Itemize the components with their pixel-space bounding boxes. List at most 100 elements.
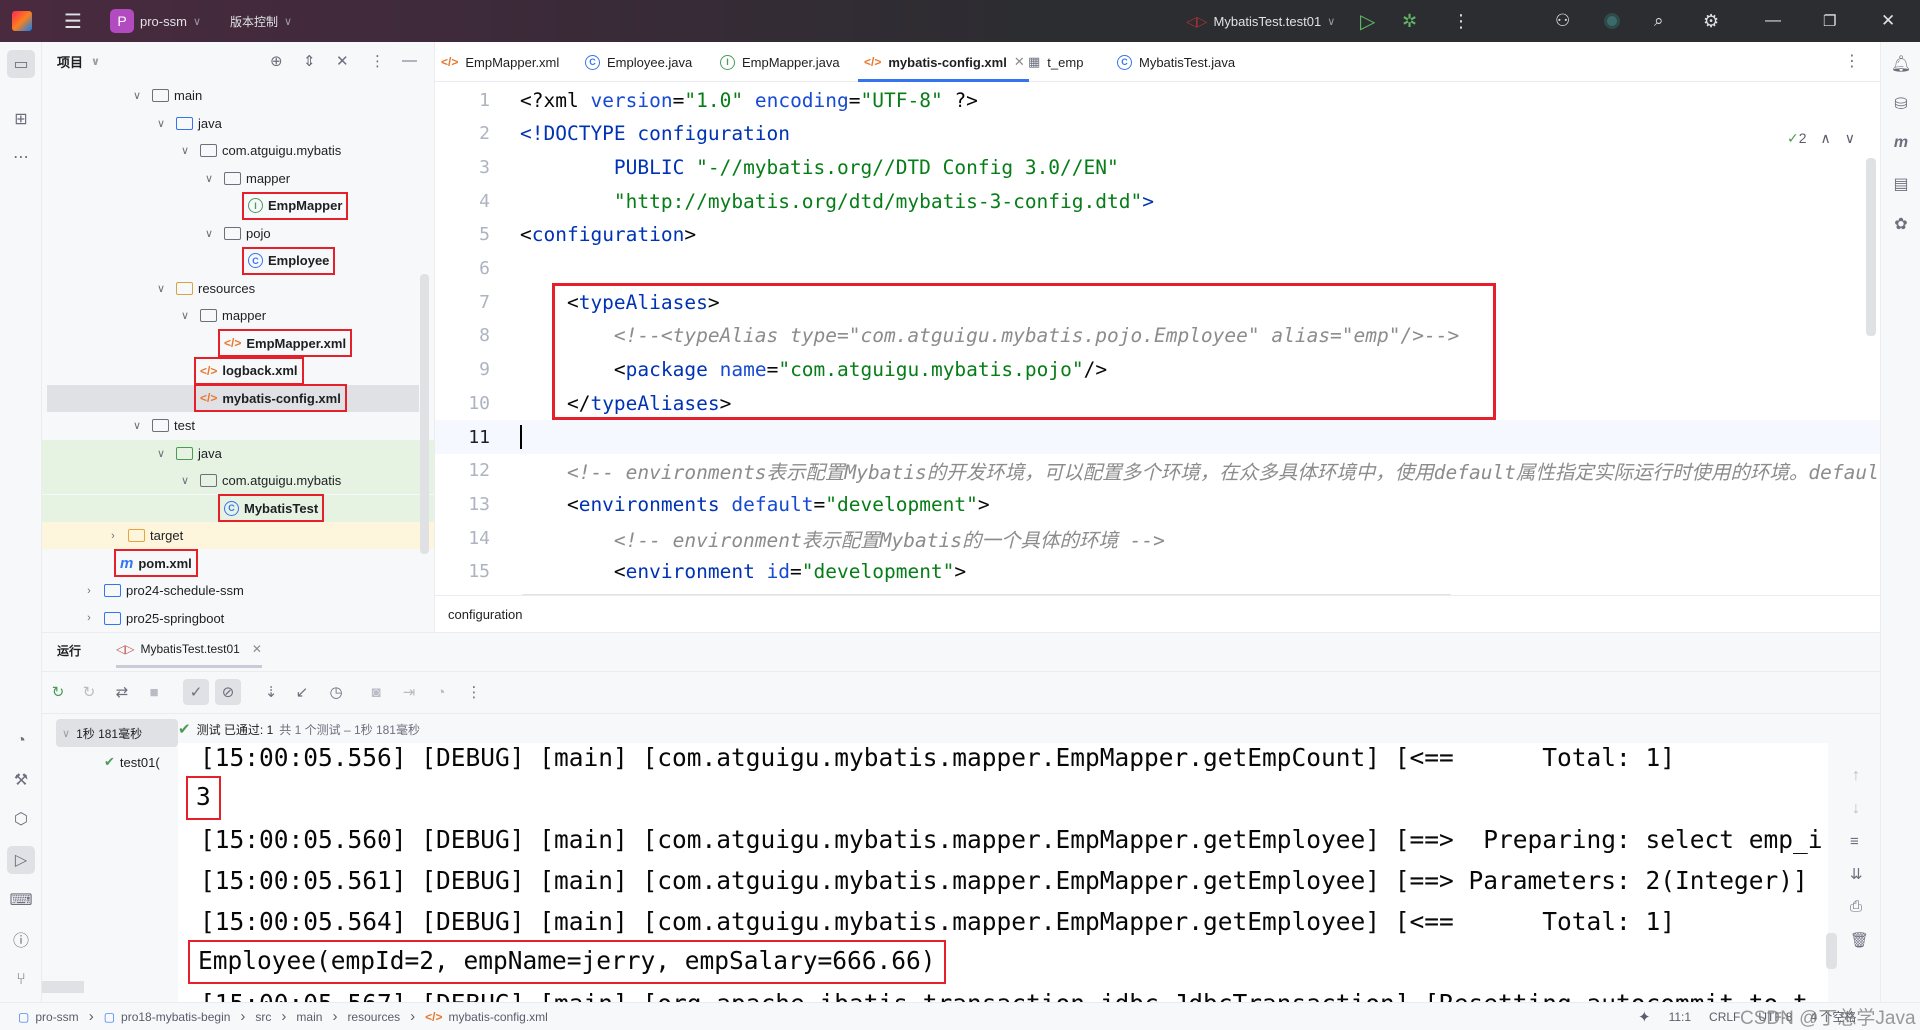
- tab-mybatistest-java[interactable]: C MybatisTest.java: [1117, 42, 1235, 82]
- chevron-down-icon[interactable]: ∨: [154, 282, 168, 295]
- editor-vertical-scrollbar[interactable]: [1866, 158, 1876, 336]
- search-icon[interactable]: ⌕: [1654, 0, 1664, 42]
- tree-item[interactable]: </> logback.xml: [42, 356, 434, 385]
- print-icon[interactable]: ⎙: [1850, 898, 1862, 915]
- chevron-down-icon[interactable]: ∨: [178, 309, 192, 322]
- status-breadcrumb-item[interactable]: resources: [347, 1010, 400, 1024]
- close-tab-icon[interactable]: ✕: [1014, 54, 1025, 70]
- line-number[interactable]: 9: [435, 359, 490, 380]
- import-tests-icon[interactable]: ↙: [289, 679, 315, 705]
- more-tools-icon[interactable]: ⋯: [7, 143, 35, 171]
- locate-icon[interactable]: ⊕: [270, 52, 283, 70]
- line-number[interactable]: 1: [435, 90, 490, 111]
- tree-item[interactable]: › pro24-schedule-ssm: [42, 577, 434, 604]
- tree-item[interactable]: › target: [42, 522, 434, 549]
- console-scrollbar[interactable]: [1826, 933, 1837, 969]
- tree-item[interactable]: › pro25-springboot: [42, 605, 434, 632]
- hide-panel-icon[interactable]: —: [402, 52, 417, 69]
- tree-item[interactable]: ∨ pojo: [42, 220, 434, 247]
- test-tree-scrollbar[interactable]: [42, 981, 84, 993]
- notifications-icon[interactable]: 🔔︎: [1887, 50, 1915, 78]
- tree-item[interactable]: ∨ java: [42, 110, 434, 137]
- soft-wrap-icon[interactable]: ≡: [1850, 833, 1859, 850]
- tab-mybatis-config-xml[interactable]: </> mybatis-config.xml ✕: [858, 42, 1029, 82]
- chevron-down-icon[interactable]: ∨: [178, 144, 192, 157]
- vcs-menu[interactable]: 版本控制 ∨: [230, 0, 292, 42]
- options-icon[interactable]: ⋮: [370, 52, 385, 70]
- debug-icon[interactable]: ✲: [1402, 0, 1417, 42]
- chevron-down-icon[interactable]: ∨: [154, 117, 168, 130]
- tree-item[interactable]: C Employee: [42, 246, 434, 275]
- chevron-down-icon[interactable]: ∨: [130, 419, 144, 432]
- breadcrumb-item[interactable]: configuration: [448, 607, 522, 622]
- profiler-icon[interactable]: ◔: [7, 727, 35, 755]
- minimize-icon[interactable]: —: [1765, 0, 1781, 42]
- tree-item[interactable]: C MybatisTest: [42, 494, 434, 522]
- copilot-icon[interactable]: ▤: [1887, 170, 1915, 198]
- line-ending[interactable]: CRLF: [1709, 1010, 1740, 1024]
- project-folder-icon[interactable]: ▭: [7, 50, 35, 78]
- tree-item[interactable]: I EmpMapper: [42, 191, 434, 220]
- add-user-icon[interactable]: ⚇: [1555, 0, 1570, 42]
- line-number[interactable]: 10: [435, 393, 490, 414]
- tree-item[interactable]: </> mybatis-config.xml: [47, 384, 419, 412]
- terminal-icon[interactable]: ⌨: [7, 886, 35, 914]
- run-tab[interactable]: ◁▷ MybatisTest.test01 ✕: [116, 633, 262, 668]
- status-breadcrumb-item[interactable]: src: [255, 1010, 271, 1024]
- line-number[interactable]: 7: [435, 292, 490, 313]
- caret-position[interactable]: 11:1: [1669, 1010, 1691, 1024]
- chevron-right-icon[interactable]: ›: [106, 530, 120, 542]
- tree-item[interactable]: </> EmpMapper.xml: [42, 329, 434, 357]
- chevron-down-icon[interactable]: ∨: [154, 447, 168, 460]
- line-number[interactable]: 12: [435, 460, 490, 481]
- scroll-down-icon[interactable]: ↓: [1852, 800, 1860, 818]
- chevron-down-icon[interactable]: ∨: [202, 172, 216, 185]
- line-number[interactable]: 5: [435, 224, 490, 245]
- ai-status-icon[interactable]: ✦: [1638, 1008, 1651, 1026]
- services-icon[interactable]: ⬡: [7, 805, 35, 833]
- status-breadcrumb-item[interactable]: ▢ pro-ssm: [18, 1010, 79, 1024]
- plugin-icon[interactable]: ✿: [1887, 210, 1915, 238]
- restore-icon[interactable]: ❐: [1823, 0, 1836, 42]
- tree-scrollbar[interactable]: [420, 274, 429, 554]
- chevron-down-icon[interactable]: ∨: [1845, 130, 1855, 147]
- tree-item[interactable]: ∨ mapper: [42, 165, 434, 192]
- toggle-auto-test-icon[interactable]: ⇄: [109, 679, 135, 705]
- tab-empmapper-xml[interactable]: </> EmpMapper.xml: [441, 42, 559, 82]
- console-output[interactable]: [15:00:05.556] [DEBUG] [main] [com.atgui…: [178, 743, 1828, 1003]
- build-icon[interactable]: ⚒: [7, 766, 35, 794]
- line-number[interactable]: 8: [435, 325, 490, 346]
- line-number[interactable]: 13: [435, 494, 490, 515]
- history-icon[interactable]: ◷: [323, 679, 349, 705]
- chevron-right-icon[interactable]: ›: [82, 585, 96, 597]
- chevron-down-icon[interactable]: ∨: [130, 89, 144, 102]
- chevron-right-icon[interactable]: ›: [82, 612, 96, 624]
- main-menu-icon[interactable]: ☰: [64, 0, 82, 42]
- screenshot-icon[interactable]: ◙: [363, 679, 389, 705]
- rerun-failed-icon[interactable]: ↻: [76, 679, 102, 705]
- status-breadcrumb-item[interactable]: ▢ pro18-mybatis-begin: [104, 1010, 231, 1024]
- collapse-all-icon[interactable]: ✕: [336, 52, 349, 70]
- line-number[interactable]: 6: [435, 258, 490, 279]
- expand-all-icon[interactable]: ⇕: [303, 52, 316, 70]
- show-ignored-icon[interactable]: ⊘: [215, 679, 241, 705]
- run-icon[interactable]: ▷: [1360, 0, 1375, 42]
- close-tab-icon[interactable]: ✕: [252, 642, 262, 656]
- line-number[interactable]: 11: [435, 427, 490, 448]
- tree-item[interactable]: ∨ com.atguigu.mybatis: [42, 467, 434, 494]
- tree-item[interactable]: ∨ com.atguigu.mybatis: [42, 137, 434, 164]
- show-passed-icon[interactable]: ✓: [183, 679, 209, 705]
- tree-item[interactable]: ∨ mapper: [42, 302, 434, 329]
- tree-item[interactable]: ∨ main: [42, 82, 434, 109]
- line-number[interactable]: 14: [435, 528, 490, 549]
- settings-icon[interactable]: ⚙: [1703, 0, 1719, 42]
- tab-empmapper-java[interactable]: I EmpMapper.java: [720, 42, 840, 82]
- tab-employee-java[interactable]: C Employee.java: [585, 42, 692, 82]
- clear-icon[interactable]: 🗑︎: [1850, 931, 1869, 949]
- tab-options-icon[interactable]: ⋮: [1844, 51, 1860, 71]
- chevron-down-icon[interactable]: ∨: [91, 55, 100, 68]
- close-window-icon[interactable]: ✕: [1881, 0, 1895, 42]
- project-panel-title[interactable]: 项目: [57, 52, 83, 71]
- more-icon[interactable]: ⋮: [1452, 0, 1470, 42]
- line-number[interactable]: 2: [435, 123, 490, 144]
